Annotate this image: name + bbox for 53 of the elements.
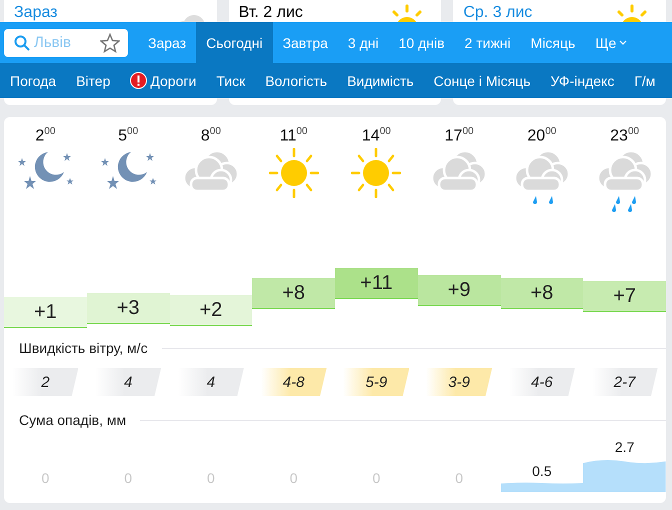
period-tab[interactable]: Ще <box>585 22 638 63</box>
warning-icon <box>130 72 148 89</box>
star-icon[interactable] <box>100 32 120 52</box>
hour-label: 20$^{00}$ <box>527 126 556 146</box>
temperature-value: +2 <box>199 298 222 322</box>
section-tab[interactable]: Погода <box>0 72 66 88</box>
section-tab[interactable]: Г/м <box>624 72 666 88</box>
sun-icon <box>351 148 402 198</box>
temperature-value: +11 <box>360 272 393 294</box>
section-tab[interactable]: Сонце і Місяць <box>424 72 540 88</box>
precipitation-heading: Сума опадів, мм <box>19 412 126 428</box>
hour-label: 2$^{00}$ <box>35 126 56 146</box>
day-card-title: Вт. 2 лис <box>238 4 303 22</box>
section-tab[interactable]: Видимість <box>337 72 424 88</box>
temperature-value: +7 <box>613 284 636 308</box>
search-field[interactable]: Львів <box>4 28 128 56</box>
section-tab[interactable]: Дороги <box>120 72 206 89</box>
temperature-value: +3 <box>116 296 140 320</box>
section-tab[interactable]: Тиск <box>206 72 256 88</box>
wind-speed-value: 5-9 <box>343 368 410 396</box>
sun-icon <box>268 148 319 198</box>
period-tab[interactable]: 2 тижні <box>454 22 521 63</box>
temperature-value: +1 <box>34 300 57 324</box>
day-card[interactable]: Вт. 2 лис <box>228 0 442 22</box>
precipitation-value: 2.7 <box>614 439 634 455</box>
hour-label: 8$^{00}$ <box>200 126 221 146</box>
wind-speed-heading: Швидкість вітру, м/с <box>19 340 148 356</box>
period-tab[interactable]: Сьогодні <box>196 22 273 63</box>
wind-speed-value: 3-9 <box>426 368 492 396</box>
period-tab[interactable]: Зараз <box>138 22 196 63</box>
precipitation-value: 0.5 <box>532 463 552 479</box>
period-tab[interactable]: 3 дні <box>338 22 389 63</box>
temperature-value: +8 <box>282 282 306 304</box>
search-icon <box>14 34 30 50</box>
hour-label: 14$^{00}$ <box>362 126 391 146</box>
hour-label: 5$^{00}$ <box>118 126 138 146</box>
period-tab[interactable]: 10 днів <box>388 22 455 63</box>
period-tab[interactable]: Завтра <box>272 22 338 63</box>
period-tab[interactable]: Місяць <box>520 22 586 63</box>
hour-label: 17$^{00}$ <box>444 126 474 146</box>
temperature-value: +9 <box>448 278 471 302</box>
section-tab[interactable]: УФ-індекс <box>540 72 624 88</box>
hour-label: 23$^{00}$ <box>610 126 640 146</box>
section-tab[interactable]: Вологість <box>255 72 338 88</box>
day-card-title: Ср. 3 лис <box>463 4 532 22</box>
day-card[interactable]: Зараз <box>4 0 217 22</box>
day-card[interactable]: Ср. 3 лис <box>453 0 666 22</box>
chevron-down-icon <box>619 40 628 46</box>
temperature-value: +8 <box>530 282 554 304</box>
section-tab[interactable]: Вітер <box>66 72 120 88</box>
day-card-title: Зараз <box>14 4 58 22</box>
wind-speed-value: 4-8 <box>260 368 327 396</box>
hour-label: 11$^{00}$ <box>280 126 308 146</box>
